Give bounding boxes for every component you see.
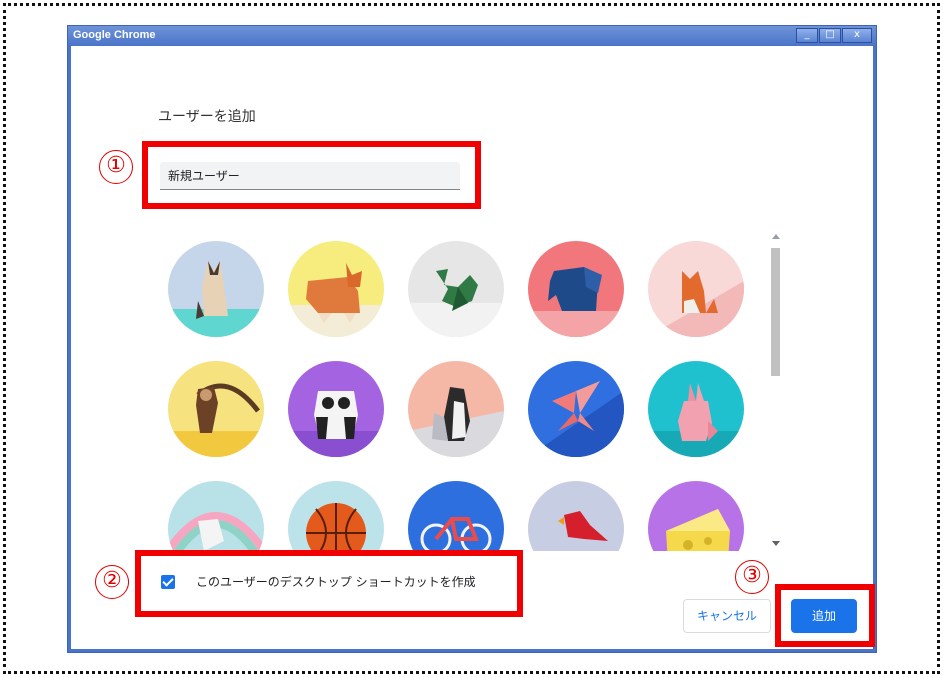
avatar-bird[interactable] [528,481,624,551]
elephant-icon [528,241,624,337]
window-frame-bottom [68,649,876,652]
avatar-panda[interactable] [288,361,384,457]
avatar-scrollbar[interactable] [770,234,782,548]
avatar-penguin[interactable] [408,361,504,457]
avatar-corgi[interactable] [288,241,384,337]
scroll-up-arrow-icon[interactable] [772,234,780,239]
penguin-icon [408,361,504,457]
window-title: Google Chrome [73,29,156,41]
siamese-cat-icon [168,241,264,337]
title-bar: Google Chrome _ □ x [68,26,876,46]
step3-marker: ③ [735,560,769,594]
highlight-shortcut-option [135,550,523,617]
window-controls: _ □ x [796,28,872,43]
maximize-button[interactable]: □ [819,28,841,43]
avatar-siamese-cat[interactable] [168,241,264,337]
corgi-icon [288,241,384,337]
minimize-button[interactable]: _ [796,28,818,43]
highlight-add-button [775,584,875,647]
dragon-icon [408,241,504,337]
rabbit-icon [648,361,744,457]
fox-icon [648,241,744,337]
bird-icon [528,481,624,551]
cancel-button[interactable]: キャンセル [683,599,771,633]
avatar-grid [158,231,778,551]
avatar-cheese[interactable] [648,481,744,551]
avatar-bicycle[interactable] [408,481,504,551]
avatar-unicorn[interactable] [168,481,264,551]
window-frame-left [68,46,71,650]
panda-icon [288,361,384,457]
avatar-monkey[interactable] [168,361,264,457]
avatar-fox[interactable] [648,241,744,337]
avatar-elephant[interactable] [528,241,624,337]
avatar-basketball[interactable] [288,481,384,551]
dialog-heading: ユーザーを追加 [158,109,256,125]
close-button[interactable]: x [842,28,872,43]
scroll-thumb[interactable] [771,248,780,376]
highlight-name-input [142,141,481,209]
scroll-down-arrow-icon[interactable] [772,541,780,546]
butterfly-icon [528,361,624,457]
window-frame-right [873,46,876,650]
cheese-icon [648,481,744,551]
step1-marker: ① [99,150,133,184]
avatar-rabbit[interactable] [648,361,744,457]
avatar-butterfly[interactable] [528,361,624,457]
bicycle-icon [408,481,504,551]
step2-marker: ② [95,565,129,599]
unicorn-icon [168,481,264,551]
avatar-dragon[interactable] [408,241,504,337]
monkey-icon [168,361,264,457]
basketball-icon [288,481,384,551]
